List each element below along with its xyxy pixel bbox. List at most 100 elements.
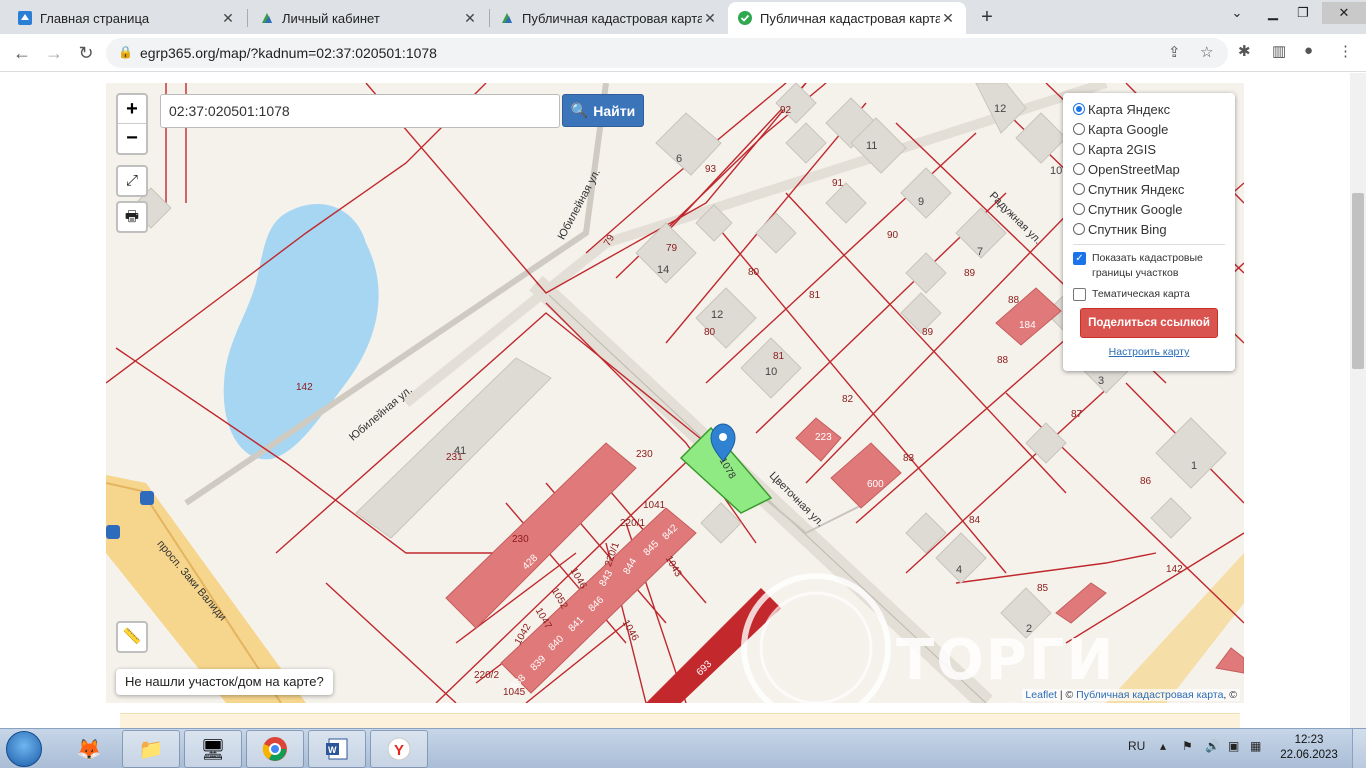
- close-tab-icon[interactable]: ✕: [702, 10, 718, 27]
- house-number: 3: [1098, 375, 1105, 387]
- radio-selected-icon: [1073, 103, 1085, 115]
- word-icon[interactable]: W: [308, 730, 366, 768]
- parcel-label: 88: [1008, 295, 1020, 306]
- tab-search-icon[interactable]: ⌄: [1222, 2, 1252, 24]
- volume-icon[interactable]: 🔊: [1205, 739, 1220, 753]
- start-button[interactable]: [6, 731, 42, 767]
- svg-text:W: W: [328, 745, 337, 755]
- parcel-label: 600: [867, 479, 884, 490]
- browser-toolbar: ← → ↻ 🔒 egrp365.org/map/?kadnum=02:37:02…: [0, 34, 1366, 72]
- page-footer-strip: [120, 713, 1240, 728]
- site-favicon-icon: [18, 11, 32, 25]
- back-icon[interactable]: ←: [10, 41, 34, 65]
- chrome-icon[interactable]: [246, 730, 304, 768]
- zoom-in-button[interactable]: +: [118, 95, 146, 124]
- bookmark-star-icon[interactable]: ☆: [1200, 43, 1213, 61]
- ruler-icon[interactable]: 📏: [116, 621, 148, 653]
- print-icon[interactable]: 🖶: [116, 201, 148, 233]
- extensions-icon[interactable]: ✱: [1238, 42, 1251, 60]
- parcel-label: 80: [704, 327, 716, 338]
- search-button[interactable]: 🔍 Найти: [562, 94, 644, 127]
- parcel-label: 184: [1019, 320, 1036, 331]
- tray-app-icon[interactable]: ▣: [1228, 739, 1239, 753]
- parcel-label: 79: [666, 243, 678, 254]
- tab-home[interactable]: Главная страница ✕: [8, 2, 246, 34]
- layer-google-map[interactable]: Карта Google: [1073, 119, 1225, 139]
- radio-icon: [1073, 223, 1085, 235]
- parcel-label: 220/2: [474, 670, 500, 681]
- language-indicator[interactable]: RU: [1128, 739, 1145, 753]
- share-page-icon[interactable]: ⇪: [1168, 43, 1181, 61]
- show-desktop-button[interactable]: [1352, 729, 1366, 768]
- parcel-label: 89: [922, 327, 934, 338]
- close-tab-icon[interactable]: ✕: [462, 10, 478, 27]
- site-favicon-icon: [502, 13, 512, 23]
- clock[interactable]: 12:23 22.06.2023: [1274, 733, 1344, 763]
- fullscreen-icon[interactable]: ⤢: [116, 165, 148, 197]
- house-number: 14: [657, 264, 670, 276]
- scrollbar-thumb[interactable]: [1352, 193, 1364, 369]
- parcel-label: 80: [748, 267, 760, 278]
- tab-cadastral-map-active[interactable]: Публичная кадастровая карта - ✕: [728, 2, 966, 34]
- parcel-label: 87: [1071, 409, 1083, 420]
- reload-icon[interactable]: ↻: [74, 41, 98, 65]
- explorer-icon[interactable]: 📁: [122, 730, 180, 768]
- close-window-icon[interactable]: ✕: [1322, 2, 1366, 24]
- pkk-link[interactable]: Публичная кадастровая карта: [1076, 689, 1223, 701]
- network-icon[interactable]: ▦: [1250, 739, 1261, 753]
- house-number: 10: [1050, 165, 1063, 177]
- setup-map-link[interactable]: Настроить карту: [1073, 346, 1225, 358]
- sidepanel-icon[interactable]: ▥: [1272, 42, 1286, 60]
- yandex-browser-icon[interactable]: Y: [370, 730, 428, 768]
- tab-cabinet[interactable]: Личный кабинет ✕: [250, 2, 488, 34]
- firefox-icon[interactable]: 🦊: [60, 730, 118, 768]
- not-found-button[interactable]: Не нашли участок/дом на карте?: [116, 669, 333, 695]
- layer-yandex-map[interactable]: Карта Яндекс: [1073, 99, 1225, 119]
- parcel-label: 85: [1037, 583, 1049, 594]
- profile-icon[interactable]: ●: [1304, 42, 1313, 59]
- layer-2gis-map[interactable]: Карта 2GIS: [1073, 139, 1225, 159]
- house-number: 11: [866, 140, 878, 152]
- cadastral-search-input[interactable]: [160, 94, 560, 128]
- url-text: egrp365.org/map/?kadnum=02:37:020501:107…: [140, 45, 437, 61]
- thematic-map-checkbox[interactable]: Тематическая карта: [1073, 287, 1225, 302]
- show-borders-checkbox[interactable]: ✓ Показать кадастровые границы участков: [1073, 251, 1225, 281]
- parcel-label: 90: [887, 230, 899, 241]
- close-tab-icon[interactable]: ✕: [940, 10, 956, 27]
- network-app-icon[interactable]: 🖥: [184, 730, 242, 768]
- tray-arrow-icon[interactable]: ▴: [1160, 739, 1166, 753]
- menu-icon[interactable]: ⋮: [1338, 42, 1353, 60]
- tab-strip: Главная страница ✕ Личный кабинет ✕ Публ…: [0, 0, 1366, 34]
- address-bar[interactable]: 🔒 egrp365.org/map/?kadnum=02:37:020501:1…: [106, 38, 1228, 68]
- parcel-label: 230: [636, 449, 653, 460]
- layer-yandex-satellite[interactable]: Спутник Яндекс: [1073, 179, 1225, 199]
- layers-divider: [1073, 244, 1225, 245]
- layers-panel: Карта Яндекс Карта Google Карта 2GIS Ope…: [1063, 93, 1235, 371]
- house-number: 9: [918, 196, 925, 208]
- page-scrollbar[interactable]: [1350, 73, 1366, 728]
- house-number: 41: [454, 445, 467, 457]
- layer-osm[interactable]: OpenStreetMap: [1073, 159, 1225, 179]
- tab-title: Публичная кадастровая карта: [522, 10, 702, 26]
- tab-title: Публичная кадастровая карта -: [760, 10, 940, 26]
- layer-google-satellite[interactable]: Спутник Google: [1073, 199, 1225, 219]
- close-tab-icon[interactable]: ✕: [220, 10, 236, 27]
- chrome-logo: [262, 737, 287, 761]
- layer-bing-satellite[interactable]: Спутник Bing: [1073, 219, 1225, 239]
- clock-time: 12:23: [1294, 734, 1324, 746]
- tab-title: Главная страница: [40, 10, 150, 26]
- minimize-icon[interactable]: ▁: [1258, 2, 1288, 24]
- cadastral-map[interactable]: 1078 230 231 142 79 79 80 80 81 81 82 83…: [106, 83, 1244, 703]
- tab-cadastral-map[interactable]: Публичная кадастровая карта ✕: [490, 2, 728, 34]
- parcel-label: 81: [809, 290, 821, 301]
- restore-icon[interactable]: ❐: [1288, 2, 1318, 24]
- forward-icon[interactable]: →: [42, 41, 66, 65]
- house-number: 1: [1191, 460, 1198, 472]
- parcel-label: 83: [903, 453, 915, 464]
- new-tab-button[interactable]: +: [974, 5, 1000, 31]
- flag-icon[interactable]: ⚑: [1182, 739, 1193, 753]
- leaflet-link[interactable]: Leaflet: [1025, 689, 1057, 701]
- tab-separator: [247, 9, 248, 27]
- zoom-out-button[interactable]: −: [118, 124, 146, 153]
- share-link-button[interactable]: Поделиться ссылкой: [1080, 308, 1218, 338]
